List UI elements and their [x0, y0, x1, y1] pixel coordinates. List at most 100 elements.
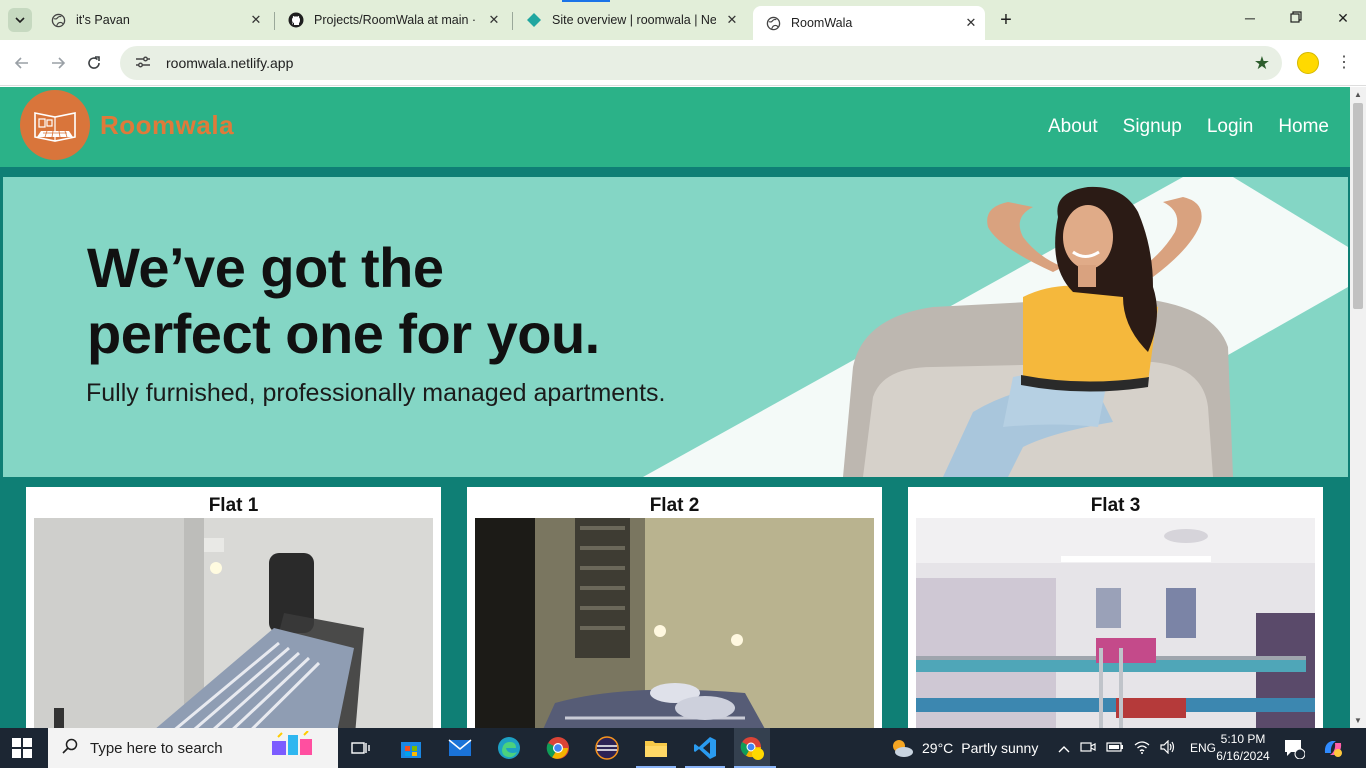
- wifi-icon[interactable]: [1134, 740, 1150, 757]
- flat-title: Flat 1: [208, 495, 259, 516]
- tab-separator: [512, 12, 513, 30]
- taskbar-clock[interactable]: 5:10 PM 6/16/2024: [1212, 731, 1274, 765]
- notification-count: 1: [1297, 741, 1303, 751]
- nav-login-link[interactable]: Login: [1207, 116, 1254, 138]
- globe-icon: [765, 15, 781, 31]
- vscode-button[interactable]: [691, 734, 719, 762]
- close-icon[interactable]: ✕: [486, 12, 502, 28]
- scroll-down-arrow-icon[interactable]: ▼: [1350, 716, 1366, 725]
- nav-home-link[interactable]: Home: [1278, 116, 1329, 138]
- chrome-button[interactable]: [544, 734, 572, 762]
- battery-icon[interactable]: [1106, 740, 1124, 756]
- brand-name[interactable]: Roomwala: [100, 110, 234, 141]
- close-icon[interactable]: ✕: [248, 12, 264, 28]
- flat-cards: Flat 1 Flat 2 Flat 3: [0, 487, 1350, 728]
- hero-heading-line1: We’ve got the: [87, 236, 444, 299]
- copilot-button[interactable]: [1322, 728, 1344, 768]
- flat-2-photo[interactable]: [475, 518, 874, 728]
- tab-search-button[interactable]: [8, 8, 32, 32]
- chevron-up-icon[interactable]: [1058, 740, 1070, 756]
- system-tray: ENG: [1058, 728, 1216, 768]
- reload-button[interactable]: [83, 52, 105, 74]
- copilot-icon: [1324, 741, 1342, 757]
- browser-menu-icon[interactable]: ⋮: [1336, 52, 1352, 72]
- header-divider-band: [0, 167, 1350, 177]
- reload-icon: [88, 56, 100, 69]
- mail-icon: [448, 739, 472, 756]
- tab-github-projects[interactable]: Projects/RoomWala at main · pa ✕: [276, 4, 508, 36]
- browser-toolbar: roomwala.netlify.app ★: [0, 40, 1366, 86]
- tab-its-pavan[interactable]: it's Pavan ✕: [38, 4, 270, 36]
- address-bar[interactable]: roomwala.netlify.app ★: [120, 46, 1282, 80]
- close-icon[interactable]: ✕: [724, 12, 740, 28]
- volume-icon[interactable]: [1160, 739, 1176, 757]
- url-text: roomwala.netlify.app: [166, 55, 294, 71]
- flat-1-photo[interactable]: [34, 518, 433, 728]
- weather-condition: Partly sunny: [961, 740, 1039, 756]
- chrome-profile-button[interactable]: [734, 728, 770, 768]
- close-icon[interactable]: ✕: [963, 15, 979, 31]
- taskbar-search-box[interactable]: Type here to search: [48, 728, 338, 768]
- meet-now-icon[interactable]: [1080, 740, 1096, 757]
- windows-logo-icon: [12, 738, 32, 758]
- restore-icon: [1290, 11, 1302, 23]
- page-viewport: Roomwala About Signup Login Home We’ve g…: [0, 87, 1350, 728]
- nav-about-link[interactable]: About: [1048, 116, 1098, 138]
- github-icon: [288, 12, 304, 28]
- search-highlight-icon: [268, 729, 316, 766]
- partly-sunny-icon: [893, 740, 913, 757]
- folder-icon: [645, 741, 667, 757]
- tab-title: Site overview | roomwala | Netlify: [552, 13, 716, 27]
- notification-center-button[interactable]: 1: [1283, 728, 1305, 768]
- tab-separator: [274, 12, 275, 30]
- chrome-icon: [546, 737, 569, 759]
- forward-arrow-icon: [52, 57, 66, 69]
- bookmark-star-icon[interactable]: ★: [1254, 53, 1270, 74]
- scroll-up-arrow-icon[interactable]: ▲: [1350, 90, 1366, 99]
- edge-icon: [498, 737, 520, 759]
- file-explorer-button[interactable]: [642, 734, 670, 762]
- close-window-button[interactable]: ✕: [1333, 10, 1353, 27]
- flat-3-photo[interactable]: [916, 518, 1315, 728]
- main-nav: About Signup Login Home: [1048, 116, 1329, 138]
- flat-title: Flat 3: [1090, 495, 1141, 516]
- forward-button[interactable]: [47, 52, 69, 74]
- new-tab-button[interactable]: +: [996, 10, 1016, 30]
- room-logo-icon: [34, 112, 76, 142]
- globe-icon: [50, 12, 66, 28]
- browser-tab-strip: it's Pavan ✕ Projects/RoomWala at main ·…: [0, 0, 1366, 40]
- hero-subtitle: Fully furnished, professionally managed …: [86, 379, 666, 407]
- tab-title: RoomWala: [791, 16, 853, 30]
- store-icon: [401, 742, 421, 758]
- flat-card[interactable]: Flat 1: [26, 487, 441, 728]
- page-scrollbar[interactable]: ▲ ▼: [1350, 87, 1366, 728]
- woman-in-armchair-image: [843, 186, 1233, 477]
- task-view-button[interactable]: [346, 734, 374, 762]
- chrome-profile-icon: [740, 737, 764, 760]
- flat-card[interactable]: Flat 3: [908, 487, 1323, 728]
- hero-heading-line2: perfect one for you.: [87, 302, 600, 365]
- microsoft-store-button[interactable]: [397, 734, 425, 762]
- site-info-icon[interactable]: [128, 55, 158, 72]
- nav-signup-link[interactable]: Signup: [1123, 116, 1182, 138]
- weather-temp: 29°C: [922, 740, 954, 756]
- weather-widget[interactable]: 29°C Partly sunny: [890, 728, 1038, 768]
- roomwala-logo[interactable]: [20, 90, 90, 160]
- edge-button[interactable]: [495, 734, 523, 762]
- start-button[interactable]: [12, 738, 32, 758]
- eclipse-button[interactable]: [593, 734, 621, 762]
- minimize-button[interactable]: ─: [1240, 10, 1260, 26]
- profile-avatar[interactable]: [1297, 52, 1319, 74]
- tab-netlify-overview[interactable]: Site overview | roomwala | Netlify ✕: [514, 4, 746, 36]
- search-icon: [62, 738, 78, 759]
- chevron-down-icon: [15, 17, 25, 24]
- vscode-icon: [694, 737, 716, 759]
- site-header: Roomwala About Signup Login Home: [0, 87, 1350, 167]
- tab-roomwala[interactable]: RoomWala ✕: [753, 6, 985, 40]
- mail-button[interactable]: [446, 734, 474, 762]
- back-button[interactable]: [11, 52, 33, 74]
- flat-card[interactable]: Flat 2: [467, 487, 882, 728]
- scrollbar-thumb[interactable]: [1353, 103, 1363, 309]
- eclipse-icon: [595, 736, 619, 760]
- restore-button[interactable]: [1286, 10, 1306, 26]
